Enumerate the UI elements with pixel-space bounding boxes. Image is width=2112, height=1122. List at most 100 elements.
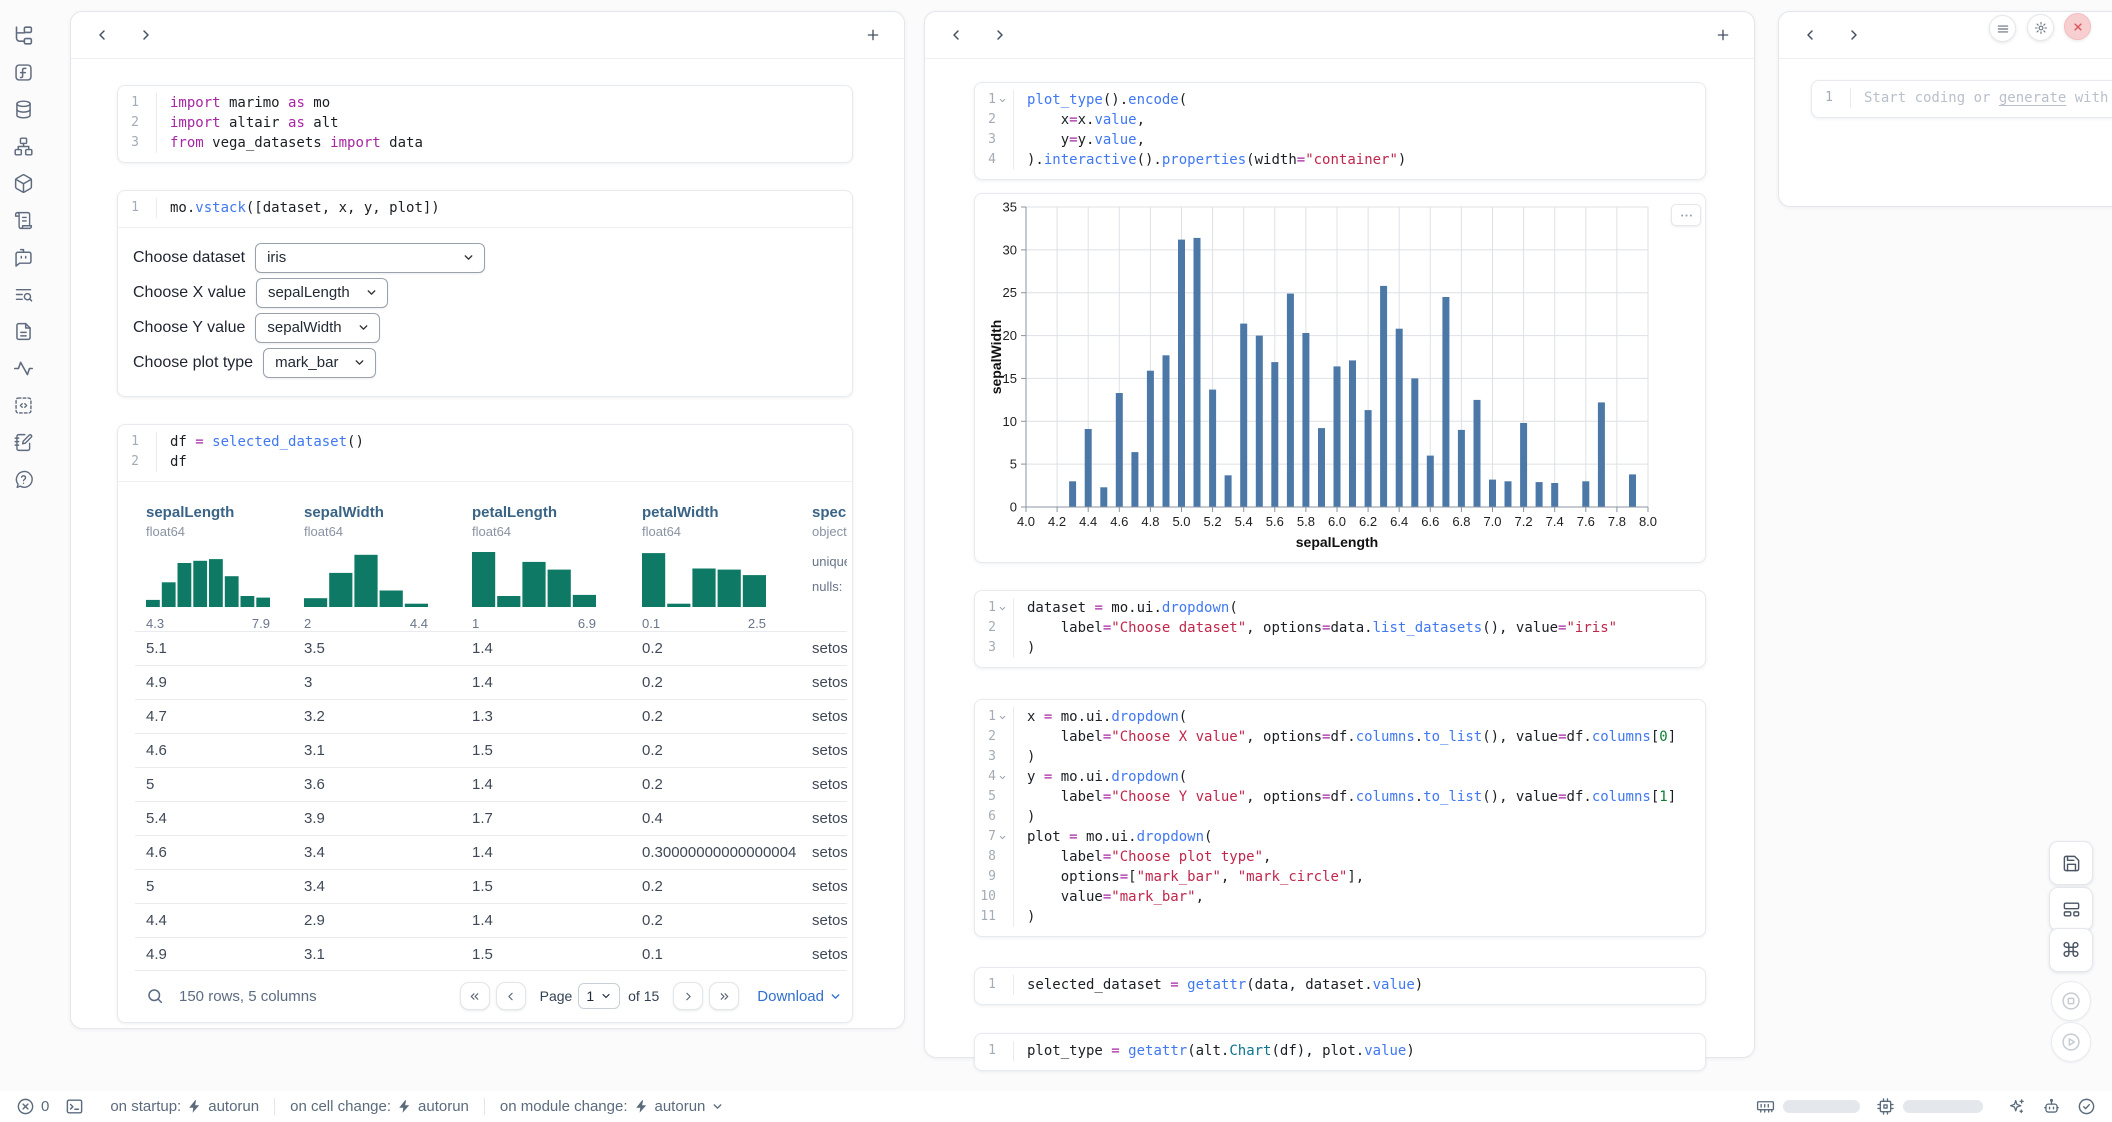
dropdown-select[interactable]: mark_bar bbox=[263, 348, 376, 378]
next-page-button[interactable] bbox=[673, 982, 703, 1010]
add-column-icon[interactable] bbox=[1714, 26, 1732, 44]
stop-button[interactable] bbox=[2051, 981, 2091, 1021]
table-cell[interactable]: setosa bbox=[801, 937, 847, 971]
dropdown-select[interactable]: iris bbox=[255, 243, 485, 273]
add-column-icon[interactable] bbox=[864, 26, 882, 44]
table-cell[interactable]: 3.1 bbox=[293, 733, 461, 767]
table-cell[interactable]: 5.4 bbox=[135, 801, 293, 835]
code-editor[interactable]: 1selected_dataset = getattr(data, datase… bbox=[975, 968, 1705, 1004]
fold-chevron-icon[interactable] bbox=[998, 773, 1007, 782]
runtime-config-item[interactable]: on cell change:autorun bbox=[290, 1098, 469, 1115]
table-cell[interactable]: 3.1 bbox=[293, 937, 461, 971]
table-cell[interactable]: 3.6 bbox=[293, 767, 461, 801]
table-cell[interactable]: 5.1 bbox=[135, 631, 293, 665]
table-cell[interactable]: 4.7 bbox=[135, 699, 293, 733]
cell-empty-editor[interactable]: 1Start coding or generate with bbox=[1811, 80, 2112, 118]
code-block-icon[interactable] bbox=[12, 394, 34, 416]
run-button[interactable] bbox=[2051, 1022, 2091, 1062]
table-cell[interactable]: setosa bbox=[801, 631, 847, 665]
menu-button[interactable] bbox=[1989, 15, 2016, 42]
download-button[interactable]: Download bbox=[757, 988, 842, 1005]
table-cell[interactable]: 0.2 bbox=[631, 903, 801, 937]
code-editor[interactable]: 1df = selected_dataset()2df bbox=[118, 425, 852, 481]
table-cell[interactable]: 0.2 bbox=[631, 767, 801, 801]
chevron-left-icon[interactable] bbox=[947, 26, 965, 44]
table-cell[interactable]: 3.2 bbox=[293, 699, 461, 733]
table-cell[interactable]: 5 bbox=[135, 767, 293, 801]
save-button[interactable] bbox=[2049, 841, 2093, 885]
check-circle-icon[interactable] bbox=[2077, 1097, 2096, 1116]
cell-selected-dataset[interactable]: 1selected_dataset = getattr(data, datase… bbox=[974, 967, 1706, 1005]
runtime-config-item[interactable]: on startup:autorun bbox=[110, 1098, 259, 1115]
code-editor[interactable]: 1import marimo as mo2import altair as al… bbox=[118, 86, 852, 162]
file-tree-icon[interactable] bbox=[12, 24, 34, 46]
code-editor[interactable]: 1plot_type().encode(2 x=x.value,3 y=y.va… bbox=[975, 83, 1705, 179]
chevron-left-icon[interactable] bbox=[93, 26, 111, 44]
chart-options-button[interactable] bbox=[1671, 204, 1701, 226]
table-cell[interactable]: 1.4 bbox=[461, 631, 631, 665]
help-icon[interactable] bbox=[12, 468, 34, 490]
fold-chevron-icon[interactable] bbox=[998, 96, 1007, 105]
close-button[interactable] bbox=[2064, 13, 2091, 40]
notebook-icon[interactable] bbox=[12, 431, 34, 453]
code-editor[interactable]: 1plot_type = getattr(alt.Chart(df), plot… bbox=[975, 1034, 1705, 1070]
table-cell[interactable]: 0.1 bbox=[631, 937, 801, 971]
table-cell[interactable]: setosa bbox=[801, 869, 847, 903]
page-select[interactable]: 1 bbox=[578, 983, 620, 1009]
cell-plot-type[interactable]: 1plot_type = getattr(alt.Chart(df), plot… bbox=[974, 1033, 1706, 1071]
cell-xy-plot-dropdowns[interactable]: 1x = mo.ui.dropdown(2 label="Choose X va… bbox=[974, 699, 1706, 937]
cell-dataset-dropdown[interactable]: 1dataset = mo.ui.dropdown(2 label="Choos… bbox=[974, 590, 1706, 668]
layout-button[interactable] bbox=[2049, 887, 2093, 931]
table-cell[interactable]: 1.3 bbox=[461, 699, 631, 733]
errors-icon[interactable] bbox=[16, 1097, 35, 1116]
cell-dataframe[interactable]: 1df = selected_dataset()2df sepalLengthf… bbox=[117, 424, 853, 1023]
table-cell[interactable]: 0.2 bbox=[631, 869, 801, 903]
table-column-header[interactable]: sepalLengthfloat644.37.9 bbox=[135, 504, 293, 631]
table-cell[interactable]: setosa bbox=[801, 699, 847, 733]
table-cell[interactable]: 0.2 bbox=[631, 733, 801, 767]
table-cell[interactable]: 2.9 bbox=[293, 903, 461, 937]
chart-output[interactable]: 4.04.24.44.64.85.05.25.45.65.86.06.26.46… bbox=[974, 193, 1706, 563]
table-cell[interactable]: 0.2 bbox=[631, 665, 801, 699]
table-cell[interactable]: setosa bbox=[801, 903, 847, 937]
table-cell[interactable]: setosa bbox=[801, 665, 847, 699]
table-cell[interactable]: 1.4 bbox=[461, 835, 631, 869]
code-editor[interactable]: 1mo.vstack([dataset, x, y, plot]) bbox=[118, 191, 852, 227]
table-cell[interactable]: 0.4 bbox=[631, 801, 801, 835]
chevron-right-icon[interactable] bbox=[137, 26, 155, 44]
table-cell[interactable]: setosa bbox=[801, 835, 847, 869]
chevron-right-icon[interactable] bbox=[991, 26, 1009, 44]
table-cell[interactable]: 1.7 bbox=[461, 801, 631, 835]
dropdown-select[interactable]: sepalLength bbox=[256, 278, 388, 308]
table-column-header[interactable]: sepalWidthfloat6424.4 bbox=[293, 504, 461, 631]
cell-vstack[interactable]: 1mo.vstack([dataset, x, y, plot]) Choose… bbox=[117, 190, 853, 397]
table-cell[interactable]: 3.4 bbox=[293, 835, 461, 869]
snippets-icon[interactable] bbox=[12, 320, 34, 342]
package-icon[interactable] bbox=[12, 172, 34, 194]
table-cell[interactable]: 0.30000000000000004 bbox=[631, 835, 801, 869]
table-cell[interactable]: 3.4 bbox=[293, 869, 461, 903]
keyboard-shortcuts-button[interactable]: ⌘ bbox=[2049, 928, 2093, 972]
cpu-meter[interactable] bbox=[1903, 1100, 1983, 1113]
chat-icon[interactable] bbox=[12, 246, 34, 268]
table-cell[interactable]: 3 bbox=[293, 665, 461, 699]
fold-chevron-icon[interactable] bbox=[998, 604, 1007, 613]
dependency-graph-icon[interactable] bbox=[12, 135, 34, 157]
table-cell[interactable]: 0.2 bbox=[631, 631, 801, 665]
memory-meter[interactable] bbox=[1783, 1100, 1860, 1113]
table-cell[interactable]: 1.4 bbox=[461, 665, 631, 699]
cell-imports[interactable]: 1import marimo as mo2import altair as al… bbox=[117, 85, 853, 163]
chevron-right-icon[interactable] bbox=[1845, 26, 1863, 44]
sparkles-icon[interactable] bbox=[2007, 1097, 2026, 1116]
scroll-icon[interactable] bbox=[12, 209, 34, 231]
terminal-icon[interactable] bbox=[65, 1097, 84, 1116]
table-cell[interactable]: 4.9 bbox=[135, 665, 293, 699]
table-cell[interactable]: 1.5 bbox=[461, 937, 631, 971]
table-column-header[interactable]: speciesobjectunique:nulls: bbox=[801, 504, 847, 631]
tracing-icon[interactable] bbox=[12, 357, 34, 379]
table-cell[interactable]: 1.5 bbox=[461, 733, 631, 767]
table-cell[interactable]: 5 bbox=[135, 869, 293, 903]
table-cell[interactable]: 0.2 bbox=[631, 699, 801, 733]
cell-plot-code[interactable]: 1plot_type().encode(2 x=x.value,3 y=y.va… bbox=[974, 82, 1706, 180]
search-icon[interactable] bbox=[146, 987, 164, 1005]
